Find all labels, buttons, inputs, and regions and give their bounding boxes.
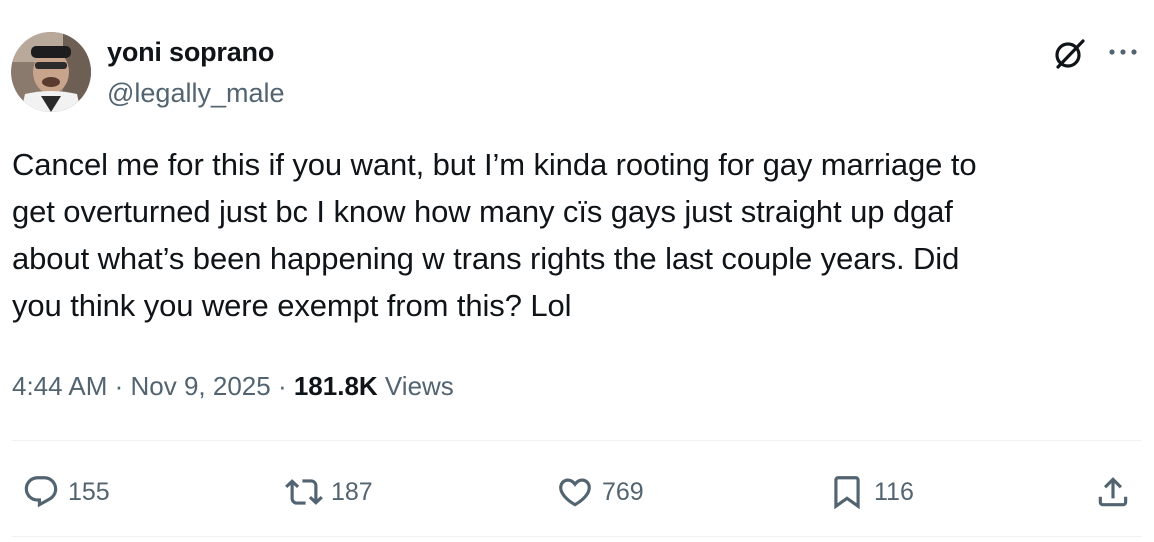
share-icon	[1094, 473, 1132, 511]
author-handle[interactable]: @legally_male	[107, 75, 285, 111]
tweet-meta: 4:44 AM · Nov 9, 2025 · 181.8K Views	[12, 366, 454, 406]
grok-icon[interactable]	[1052, 37, 1086, 71]
bookmark-icon	[828, 473, 866, 511]
retweet-button[interactable]: 187	[285, 470, 373, 514]
share-button[interactable]	[1094, 470, 1132, 514]
meta-separator: ·	[270, 371, 294, 401]
views-count[interactable]: 181.8K	[294, 371, 378, 401]
retweet-count: 187	[331, 478, 373, 506]
author-name[interactable]: yoni soprano	[107, 34, 274, 70]
like-button[interactable]: 769	[556, 470, 644, 514]
heart-icon	[556, 473, 594, 511]
divider	[12, 440, 1142, 441]
bookmark-button[interactable]: 116	[828, 470, 914, 514]
bookmark-count: 116	[874, 478, 914, 506]
reply-button[interactable]: 155	[22, 470, 110, 514]
reply-icon	[22, 473, 60, 511]
meta-separator: ·	[107, 371, 131, 401]
more-icon[interactable]	[1107, 39, 1139, 65]
divider	[12, 536, 1142, 537]
avatar-image	[11, 32, 91, 112]
tweet-text: Cancel me for this if you want, but I’m …	[12, 147, 977, 323]
avatar[interactable]	[11, 32, 91, 112]
tweet-date[interactable]: Nov 9, 2025	[131, 371, 271, 401]
views-label: Views	[384, 371, 454, 401]
retweet-icon	[285, 473, 323, 511]
tweet-time[interactable]: 4:44 AM	[12, 371, 107, 401]
like-count: 769	[602, 478, 644, 506]
reply-count: 155	[68, 478, 110, 506]
